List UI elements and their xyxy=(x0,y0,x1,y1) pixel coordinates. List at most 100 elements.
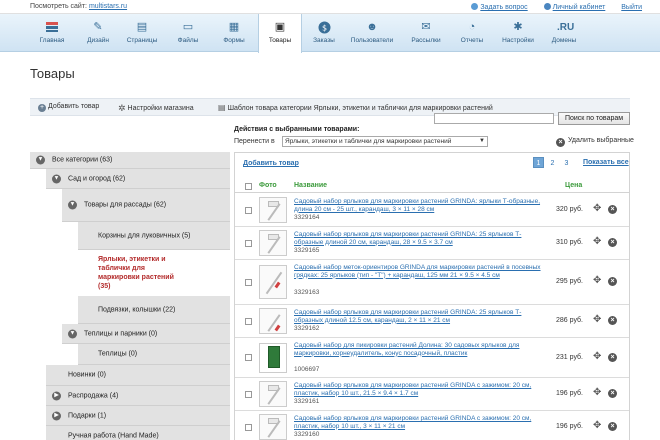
page-3-button[interactable]: 3 xyxy=(561,157,572,168)
cash-register-icon: ▣ xyxy=(274,21,286,33)
category-plant-labels[interactable]: Ярлыки, этикетки и таблички для маркиров… xyxy=(78,250,238,296)
plus-icon: + xyxy=(38,104,46,112)
site-link[interactable]: multistars.ru xyxy=(89,3,127,10)
nav-reports[interactable]: ◔ Отчеты xyxy=(450,14,494,52)
category-template-action[interactable]: ▤ Шаблон товара категории Ярлыки, этикетк… xyxy=(218,103,493,112)
move-handle-icon[interactable]: ✥ xyxy=(593,237,601,247)
category-greenhouses[interactable]: Теплицы (0) xyxy=(78,344,230,365)
page-1-button[interactable]: 1 xyxy=(533,157,544,168)
category-all[interactable]: ▼ Все категории (63) xyxy=(30,152,230,169)
move-handle-icon[interactable]: ✥ xyxy=(593,204,601,214)
ask-question-link[interactable]: Задать вопрос xyxy=(480,4,527,11)
chevron-down-icon[interactable]: ▼ xyxy=(68,329,77,338)
product-name-link[interactable]: Садовый набор меток-ориентиров GRINDA дл… xyxy=(294,264,544,279)
gear-icon: ✲ xyxy=(118,103,126,113)
nav-pages[interactable]: ▤ Страницы xyxy=(120,14,164,52)
product-price: 310 руб. xyxy=(556,239,583,246)
row-checkbox[interactable] xyxy=(245,207,252,214)
search-input[interactable] xyxy=(434,113,554,124)
personal-cabinet-link[interactable]: Личный кабинет xyxy=(553,4,606,11)
chevron-down-icon[interactable]: ▼ xyxy=(36,155,45,165)
product-price: 320 руб. xyxy=(556,206,583,213)
category-greenhouses-parent[interactable]: ▼ Теплицы и парники (0) xyxy=(62,324,230,344)
user-icon xyxy=(543,3,551,10)
add-product-link[interactable]: Добавить товар xyxy=(243,160,299,167)
move-target-select[interactable]: Ярлыки, этикетки и таблички для маркиров… xyxy=(282,136,488,147)
product-price: 295 руб. xyxy=(556,278,583,285)
nav-design[interactable]: ✎ Дизайн xyxy=(76,14,120,52)
show-all-link[interactable]: Показать все xyxy=(583,159,629,166)
view-site: Посмотреть сайт: multistars.ru xyxy=(30,3,127,10)
nav-home[interactable]: Главная xyxy=(30,14,74,52)
nav-orders[interactable]: $ Заказы xyxy=(302,14,346,52)
product-name-link[interactable]: Садовый набор ярлыков для маркировки рас… xyxy=(294,231,544,246)
nav-users[interactable]: ☻ Пользователи xyxy=(350,14,394,52)
nav-products[interactable]: ▣ Товары xyxy=(258,14,302,53)
delete-row-icon[interactable]: × xyxy=(608,238,617,247)
product-thumbnail xyxy=(259,414,287,440)
chevron-down-icon[interactable]: ▼ xyxy=(68,200,77,210)
delete-selected-button[interactable]: × Удалить выбранные xyxy=(556,137,634,147)
category-new[interactable]: Новинки (0) xyxy=(46,365,230,386)
bulk-actions-title: Действия с выбранными товарами: xyxy=(234,126,360,133)
users-icon: ☻ xyxy=(366,21,378,33)
add-product-action[interactable]: + Добавить товар xyxy=(38,103,99,112)
product-thumbnail xyxy=(259,381,287,407)
table-row: Садовый набор ярлыков для маркировки рас… xyxy=(235,378,629,411)
top-strip: Посмотреть сайт: multistars.ru Задать во… xyxy=(0,0,660,14)
chevron-right-icon[interactable]: ▶ xyxy=(52,391,61,400)
delete-row-icon[interactable]: × xyxy=(608,316,617,325)
delete-row-icon[interactable]: × xyxy=(608,205,617,214)
category-garden[interactable]: ▼ Сад и огород (62) xyxy=(46,169,230,189)
column-photo: Фото xyxy=(259,182,277,189)
category-ties-stakes[interactable]: Подвязки, колышки (22) xyxy=(78,296,230,324)
row-checkbox[interactable] xyxy=(245,424,252,431)
select-all-checkbox[interactable] xyxy=(245,183,252,190)
nav-mailings[interactable]: ✉ Рассылки xyxy=(404,14,448,52)
logout-link[interactable]: Выйти xyxy=(621,4,642,11)
dollar-icon: $ xyxy=(317,21,331,34)
table-row: Садовый набор ярлыков для маркировки рас… xyxy=(235,194,629,227)
category-sale[interactable]: ▶ Распродажа (4) xyxy=(46,386,230,406)
row-checkbox[interactable] xyxy=(245,318,252,325)
nav-files[interactable]: ▭ Файлы xyxy=(166,14,210,52)
product-name-link[interactable]: Садовый набор ярлыков для маркировки рас… xyxy=(294,415,544,430)
page-2-button[interactable]: 2 xyxy=(547,157,558,168)
chart-icon: ◔ xyxy=(468,21,476,33)
table-row: Садовый набор ярлыков для маркировки рас… xyxy=(235,227,629,260)
chevron-right-icon[interactable]: ▶ xyxy=(52,411,61,420)
product-name-link[interactable]: Садовый набор для пикировки растений Дол… xyxy=(294,342,544,357)
delete-row-icon[interactable]: × xyxy=(608,422,617,431)
row-checkbox[interactable] xyxy=(245,279,252,286)
chevron-down-icon: ▼ xyxy=(479,138,485,144)
category-seedling-goods[interactable]: ▼ Товары для рассады (62) xyxy=(62,189,230,222)
row-checkbox[interactable] xyxy=(245,240,252,247)
category-bulb-baskets[interactable]: Корзины для луковичных (5) xyxy=(78,222,230,250)
move-handle-icon[interactable]: ✥ xyxy=(593,352,601,362)
category-handmade[interactable]: Ручная работа (Hand Made) xyxy=(46,426,230,440)
search-button[interactable]: Поиск по товарам xyxy=(558,112,630,125)
chevron-down-icon[interactable]: ▼ xyxy=(52,174,61,183)
nav-domains[interactable]: .RU Домены xyxy=(542,14,586,52)
product-name-link[interactable]: Садовый набор ярлыков для маркировки рас… xyxy=(294,198,544,213)
delete-row-icon[interactable]: × xyxy=(608,353,617,362)
category-gifts[interactable]: ▶ Подарки (1) xyxy=(46,406,230,426)
move-handle-icon[interactable]: ✥ xyxy=(593,388,601,398)
product-name-link[interactable]: Садовый набор ярлыков для маркировки рас… xyxy=(294,309,544,324)
row-checkbox[interactable] xyxy=(245,391,252,398)
product-name-link[interactable]: Садовый набор ярлыков для маркировки рас… xyxy=(294,382,544,397)
move-handle-icon[interactable]: ✥ xyxy=(593,421,601,431)
delete-row-icon[interactable]: × xyxy=(608,389,617,398)
product-price: 286 руб. xyxy=(556,317,583,324)
shop-settings-action[interactable]: ✲ Настройки магазина xyxy=(118,103,194,114)
move-handle-icon[interactable]: ✥ xyxy=(593,315,601,325)
nav-settings[interactable]: ✱ Настройки xyxy=(496,14,540,52)
move-handle-icon[interactable]: ✥ xyxy=(593,276,601,286)
product-code: 3329162 xyxy=(294,325,320,332)
question-icon xyxy=(471,3,479,10)
product-code: 3329163 xyxy=(294,289,320,296)
products-panel: Добавить товар 1 2 3 Показать все Фото Н… xyxy=(234,152,630,440)
row-checkbox[interactable] xyxy=(245,354,252,361)
nav-forms[interactable]: ▦ Формы xyxy=(212,14,256,52)
delete-row-icon[interactable]: × xyxy=(608,277,617,286)
